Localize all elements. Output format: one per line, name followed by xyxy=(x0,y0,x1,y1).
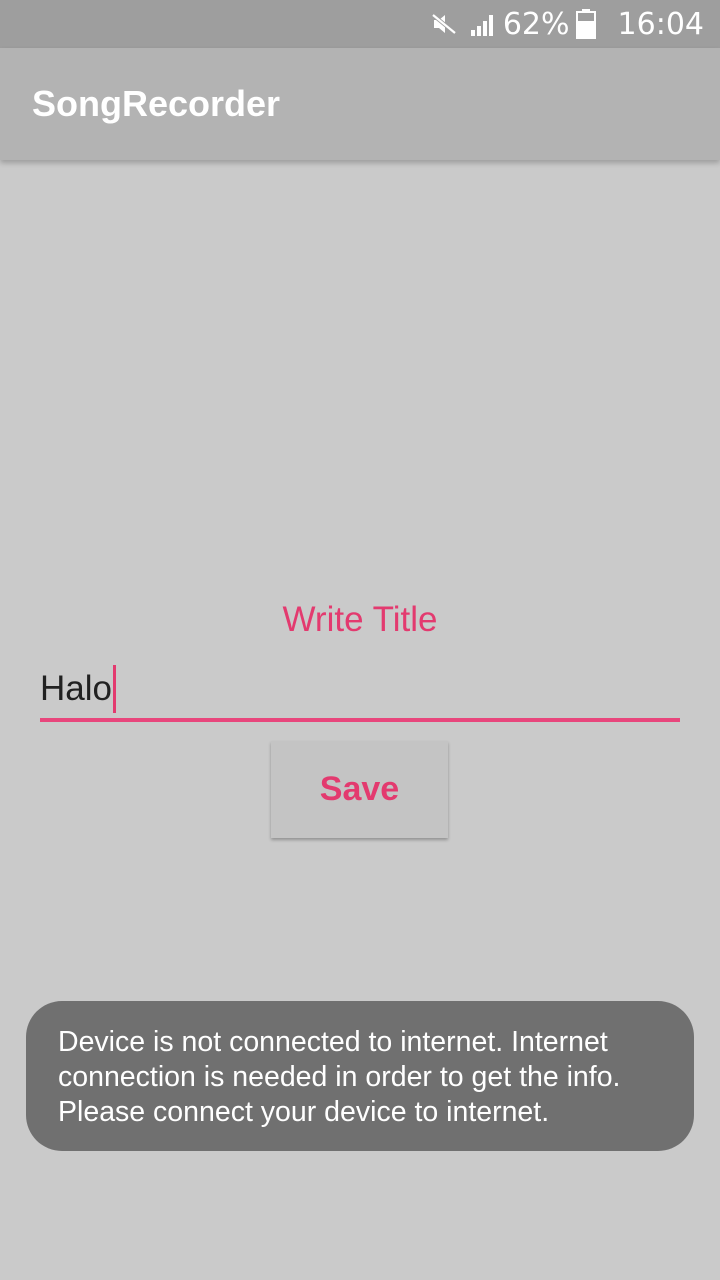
save-button[interactable]: Save xyxy=(271,741,448,838)
battery-icon xyxy=(575,9,596,39)
mute-icon xyxy=(431,11,457,37)
clock: 16:04 xyxy=(617,6,704,42)
write-title-label: Write Title xyxy=(282,600,438,639)
app-title: SongRecorder xyxy=(32,83,281,124)
toast-message: Device is not connected to internet. Int… xyxy=(26,1001,694,1151)
signal-icon xyxy=(469,11,497,37)
title-input-value: Halo xyxy=(40,669,112,708)
title-input[interactable]: Halo xyxy=(40,660,680,722)
status-bar: 62% 16:04 xyxy=(0,0,720,48)
app-bar: SongRecorder xyxy=(0,48,720,160)
battery-percent: 62% xyxy=(502,6,570,42)
text-cursor xyxy=(112,665,116,713)
